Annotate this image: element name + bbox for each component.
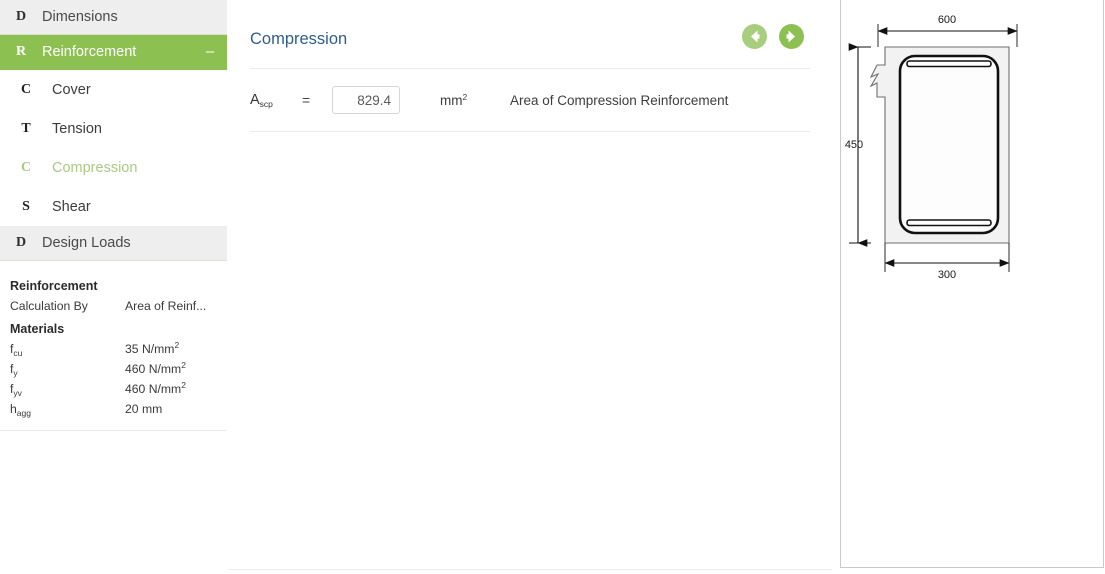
summary-materials-title: Materials: [10, 322, 65, 336]
summary-key: Calculation By: [10, 299, 88, 313]
cross-section-drawing-panel: 600 450 300: [840, 0, 1104, 568]
area-compression-input[interactable]: [332, 86, 400, 114]
equals-sign: =: [302, 92, 311, 108]
dim-label-top: 600: [938, 14, 956, 26]
sidebar-item-label: Reinforcement: [42, 44, 137, 60]
summary-key: fyv: [10, 382, 22, 398]
arrow-left-circle-icon: [751, 30, 760, 43]
sidebar: D Dimensions R Reinforcement – C Cover T…: [0, 0, 227, 574]
summary-row-fcu: fcu 35 N/mm2: [0, 340, 227, 360]
field-description: Area of Compression Reinforcement: [510, 92, 729, 108]
navigation-arrows: [742, 24, 804, 49]
summary-value: 20 mm: [125, 402, 163, 416]
summary-row-hagg: hagg 20 mm: [0, 400, 227, 420]
previous-button[interactable]: [742, 24, 767, 49]
tension-icon: T: [21, 120, 31, 136]
field-unit: mm2: [440, 91, 468, 108]
sidebar-subitem-label: Tension: [52, 120, 102, 137]
shear-icon: S: [22, 198, 30, 214]
sidebar-item-design-loads[interactable]: D Design Loads: [0, 226, 227, 261]
sidebar-item-compression[interactable]: C Compression: [0, 148, 227, 187]
nav-group-dimensions: D Dimensions: [0, 0, 227, 35]
summary-key: hagg: [10, 402, 31, 418]
design-loads-icon: D: [15, 235, 27, 250]
summary-row-fyv: fyv 460 N/mm2: [0, 380, 227, 400]
compression-icon: C: [20, 159, 32, 175]
summary-key: fcu: [10, 342, 23, 358]
sidebar-item-label: Design Loads: [42, 235, 131, 251]
sidebar-subitem-label: Shear: [52, 198, 91, 215]
sidebar-item-dimensions[interactable]: D Dimensions: [0, 0, 227, 35]
sidebar-item-reinforcement[interactable]: R Reinforcement –: [0, 35, 227, 70]
sidebar-item-tension[interactable]: T Tension: [0, 109, 227, 148]
summary-value: Area of Reinf...: [125, 299, 207, 313]
sidebar-subitem-label: Cover: [52, 81, 91, 98]
summary-row-fy: fy 460 N/mm2: [0, 360, 227, 380]
summary-value: 460 N/mm2: [125, 360, 186, 376]
arrow-right-circle-icon: [786, 30, 795, 43]
application-window: D Dimensions R Reinforcement – C Cover T…: [0, 0, 1105, 574]
summary-row-calculation-by: Calculation By Area of Reinf...: [0, 297, 227, 316]
main-content-panel: Compression Ascp = mm2 Area of Compres: [228, 0, 832, 570]
stirrup-link: [898, 54, 1000, 235]
dim-label-left: 450: [845, 139, 863, 151]
summary-section-title: Reinforcement: [10, 279, 98, 293]
page-title: Compression: [250, 30, 348, 48]
compression-reinforcement-bar: [906, 60, 992, 68]
dim-label-bottom: 300: [938, 269, 956, 281]
field-symbol: Ascp: [250, 92, 273, 109]
beam-cross-section-diagram: 600 450 300: [845, 14, 1018, 281]
sidebar-item-cover[interactable]: C Cover: [0, 70, 227, 109]
sidebar-item-shear[interactable]: S Shear: [0, 187, 227, 226]
cover-icon: C: [20, 81, 32, 97]
sidebar-subnav: C Cover T Tension C Compression S Shear: [0, 70, 227, 226]
main-header: Compression: [250, 0, 810, 69]
field-row-area-compression: Ascp = mm2 Area of Compression Reinforce…: [250, 69, 810, 132]
sidebar-subitem-label: Compression: [52, 159, 138, 176]
nav-group-design-loads: D Design Loads: [0, 226, 227, 261]
next-button[interactable]: [779, 24, 804, 49]
collapse-minus-icon[interactable]: –: [193, 44, 227, 59]
summary-value: 460 N/mm2: [125, 380, 186, 396]
summary-panel: Reinforcement Calculation By Area of Rei…: [0, 271, 227, 431]
tension-reinforcement-bar: [906, 219, 992, 227]
sidebar-item-label: Dimensions: [42, 9, 118, 25]
summary-key: fy: [10, 362, 18, 378]
summary-value: 35 N/mm2: [125, 340, 180, 356]
dimensions-icon: D: [15, 9, 27, 24]
nav-group-reinforcement: R Reinforcement – C Cover T Tension C Co…: [0, 35, 227, 226]
reinforcement-icon: R: [15, 44, 27, 59]
